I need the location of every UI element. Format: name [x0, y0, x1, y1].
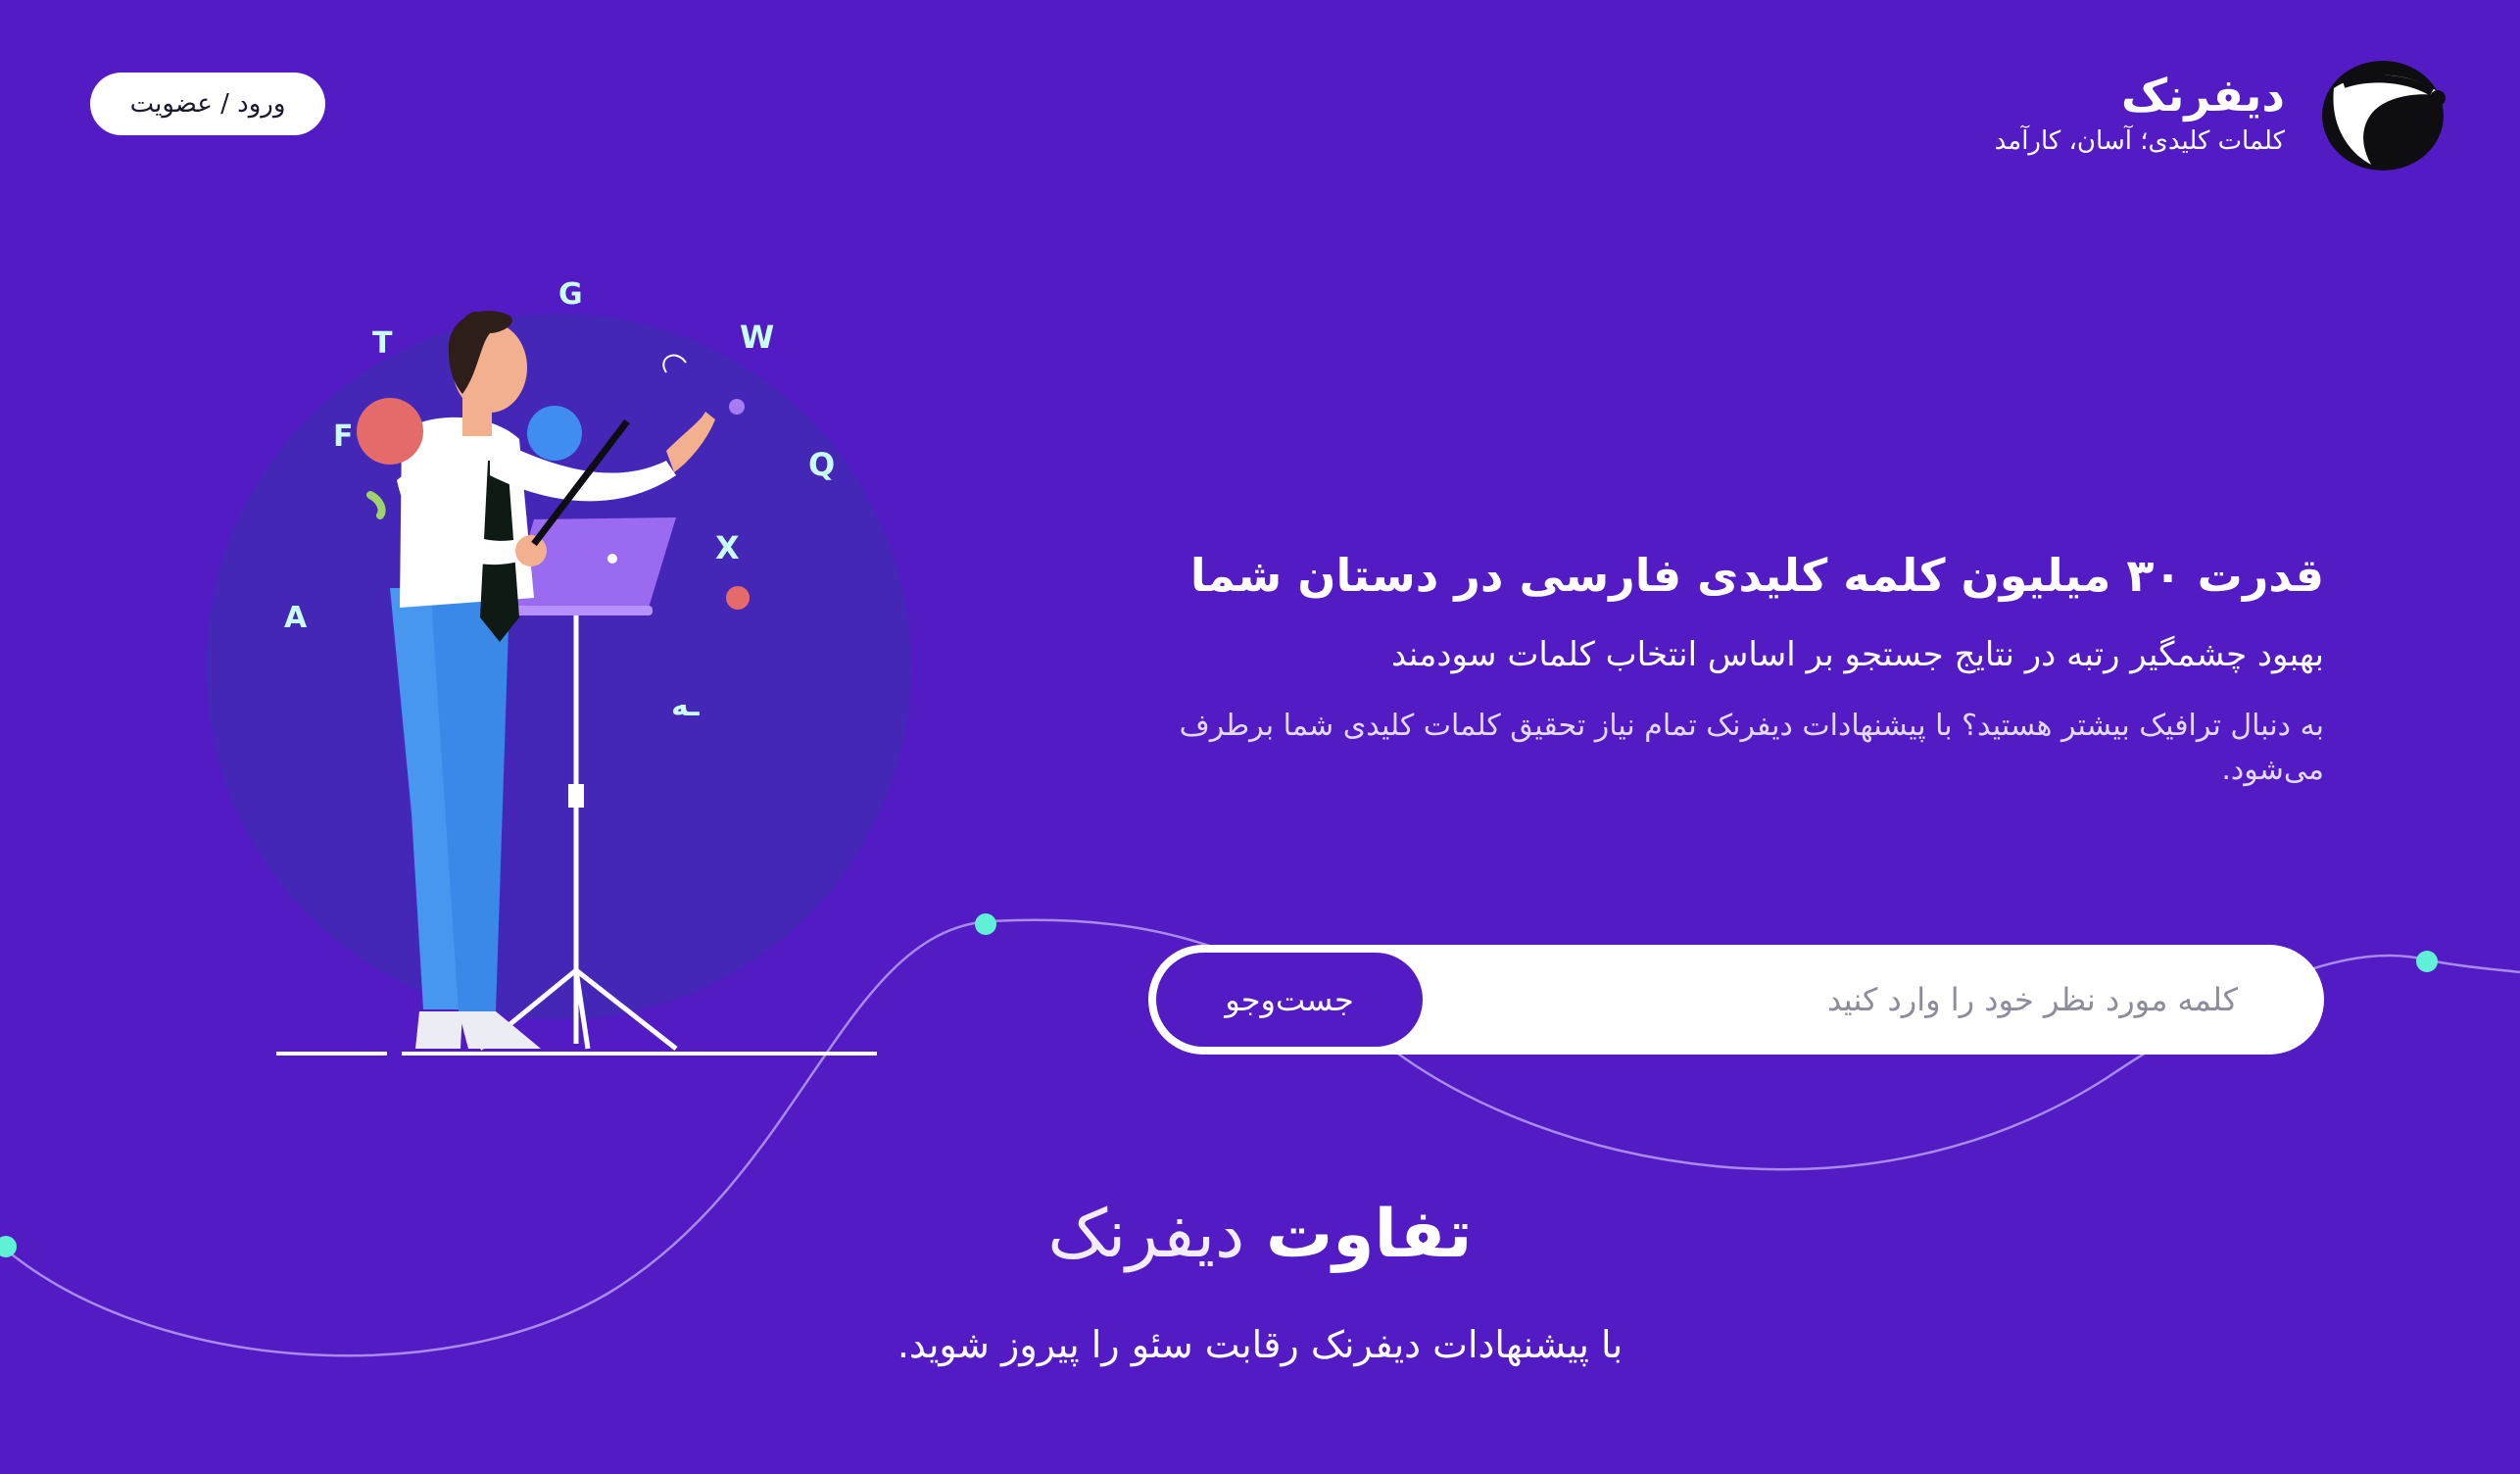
wave-dot	[2416, 951, 2438, 972]
section-title: تفاوت دیفرنک	[0, 1196, 2520, 1273]
conductor-illustration: T G W Q X F A ـه	[206, 277, 911, 1056]
hero-description: به دنبال ترافیک بیشتر هستید؟ با پیشنهادا…	[1179, 709, 2324, 787]
svg-text:F: F	[333, 419, 354, 454]
svg-text:W: W	[740, 319, 774, 356]
hero-subtitle: بهبود چشمگیر رتبه در نتایج جستجو بر اساس…	[1391, 635, 2324, 674]
svg-text:Q: Q	[808, 446, 835, 483]
keyword-search-box: جست‌وجو	[1148, 945, 2324, 1055]
hero: قدرت ۳۰ میلیون کلمه کلیدی فارسی در دستان…	[1148, 549, 2324, 792]
svg-text:T: T	[372, 326, 393, 361]
bubble-red	[357, 398, 423, 465]
section-subtitle: با پیشنهادات دیفرنک رقابت سئو را پیروز ش…	[897, 1323, 1623, 1366]
section-title-strong: تفاوت	[1265, 1196, 1473, 1273]
login-register-button[interactable]: ورود / عضویت	[90, 73, 325, 135]
brand-tagline: کلمات کلیدی؛ آسان، کارآمد	[1994, 126, 2285, 157]
bubble-blue	[527, 406, 582, 461]
brand[interactable]: دیفرنک کلمات کلیدی؛ آسان، کارآمد	[1995, 49, 2451, 176]
section-title-light: دیفرنک	[1047, 1196, 1245, 1273]
svg-text:X: X	[715, 529, 740, 566]
svg-text:A: A	[284, 601, 308, 635]
wave-dot	[975, 913, 996, 935]
svg-text:G: G	[558, 277, 583, 312]
search-button[interactable]: جست‌وجو	[1156, 953, 1423, 1047]
badger-logo-icon	[2322, 61, 2446, 171]
brand-name: دیفرنک	[2121, 68, 2285, 122]
keyword-search-input[interactable]	[1423, 945, 2316, 1055]
svg-text:ـه: ـه	[671, 689, 700, 723]
hero-title: قدرت ۳۰ میلیون کلمه کلیدی فارسی در دستان…	[1189, 549, 2324, 602]
